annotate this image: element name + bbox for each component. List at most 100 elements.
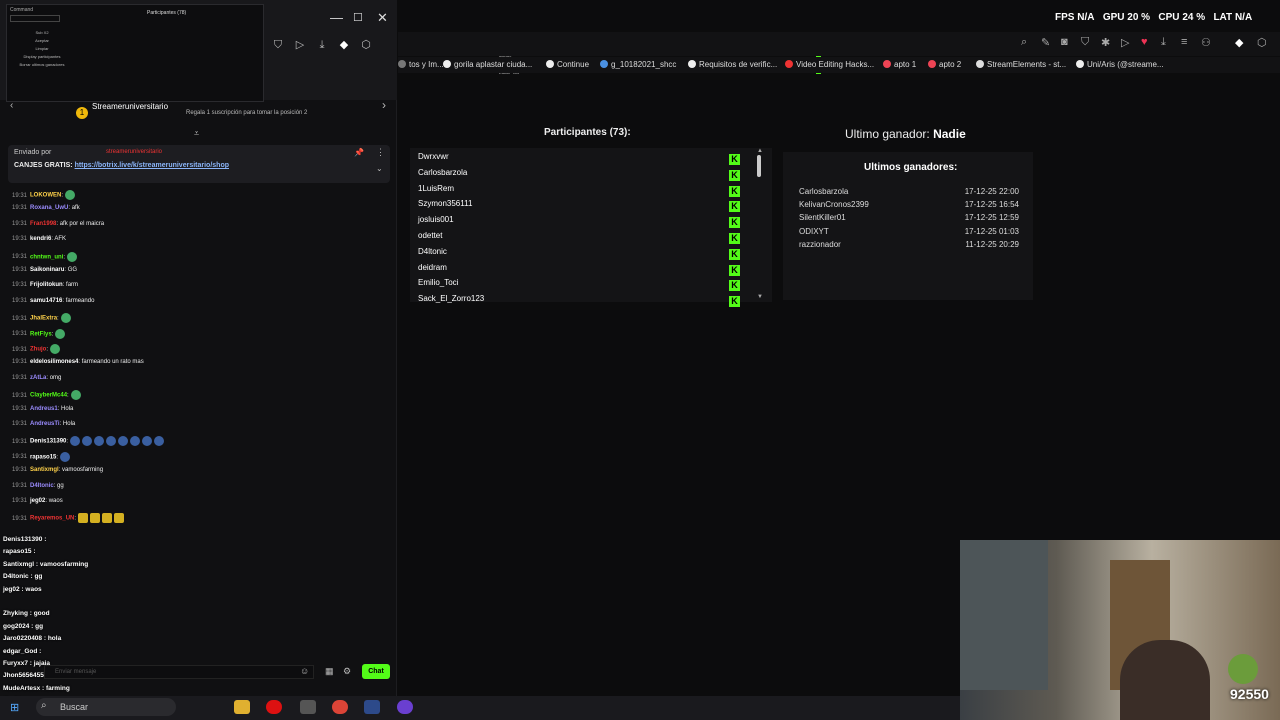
emoji-icon[interactable]: ☺ [300,666,309,676]
profile-icon[interactable]: ⚇ [1201,36,1211,49]
command-input[interactable] [10,15,60,22]
cube-icon[interactable]: ⬡ [360,39,372,51]
search-icon[interactable]: ⌕ [1021,36,1027,49]
download-icon[interactable]: ⤓ [1161,36,1166,49]
bookmark-item[interactable]: gorila aplastar ciuda... [443,60,532,69]
file-explorer-icon[interactable] [234,700,250,714]
chrome-icon[interactable] [332,700,348,714]
shield-icon[interactable]: ⛉ [272,39,284,51]
network-app-icon[interactable] [300,700,316,714]
calculator-icon[interactable] [364,700,380,714]
tool-side-button[interactable]: Aceptar [13,37,71,45]
message-username[interactable]: LOKOWEN [30,193,61,199]
scroll-down-icon[interactable]: ▼ [757,294,763,300]
tool-side-button[interactable]: Sub X2 [13,29,71,37]
shop-link[interactable]: https://botrix.live/k/streameruniversita… [75,162,229,169]
bookmark-item[interactable]: Continue [546,60,589,69]
settings-icon[interactable]: ⚙ [343,666,351,677]
overlay-message: rapaso15 : [3,548,36,555]
bookmark-item[interactable]: Uni/Aris (@streame... [1076,60,1164,69]
chat-message: 19:31 Fran1998: afk por el maicra [12,221,104,227]
overlay-username: gog2024 [3,622,30,630]
participant-row: 1LuisRem K [418,184,740,198]
chevron-down-icon[interactable]: ⌄ [376,164,383,173]
bookmark-item[interactable]: Video Editing Hacks... [785,60,874,69]
message-username[interactable]: AndreusTi [30,421,60,427]
emote-icon [102,513,113,524]
edit-icon[interactable]: ✎ [1041,36,1050,49]
chevron-right-icon[interactable]: › [382,98,386,112]
overlay-text: good [33,610,50,618]
message-time: 19:31 [12,515,28,522]
discord-icon[interactable] [397,700,413,714]
play-icon[interactable]: ▷ [294,39,306,51]
message-username[interactable]: zAtLa [30,375,46,381]
cube-icon[interactable]: ⬡ [1257,36,1267,49]
tool-side-button[interactable]: Display participantes [13,53,71,61]
message-username[interactable]: rapaso15 [30,454,56,460]
shield-icon[interactable]: ⛉ [1081,36,1089,49]
message-text: Hola [61,405,74,412]
message-username[interactable]: Andreus1 [30,406,58,412]
message-username[interactable]: ClayberMc44 [30,393,67,399]
message-username[interactable]: samu14716 [30,298,62,304]
diamond-icon[interactable]: ◆ [338,39,350,51]
chat-send-button[interactable]: Chat [362,664,390,679]
emote-icon [114,513,125,524]
participants-scrollbar[interactable] [757,155,761,177]
opera-icon[interactable] [266,700,282,714]
store-icon[interactable]: ▦ [325,666,334,677]
minimize-icon[interactable]: — [330,10,343,25]
message-username[interactable]: Santixmgl [30,467,59,473]
message-username[interactable]: eldelosilimones4 [30,359,78,365]
chat-message: 19:31 RetFlys: [12,328,66,339]
message-username[interactable]: JhalExtra [30,316,57,322]
message-username[interactable]: chntwn_uni [30,254,63,260]
message-username[interactable]: D4ltonic [30,483,54,489]
message-username[interactable]: Saikoninaru [30,267,64,273]
bookmark-item[interactable]: g_10182021_shcc [600,60,676,69]
collapse-icon[interactable]: ⩡ [194,128,199,139]
menu-icon[interactable]: ≡ [1181,36,1187,48]
overlay-text: waos [25,585,42,593]
winner-name: ODIXYT [799,226,829,236]
tool-side-button[interactable]: Limpiar [13,45,71,53]
windows-start-icon[interactable]: ⊞ [10,701,19,714]
chat-input[interactable]: Enviar mensaje [44,665,314,679]
bookmark-item[interactable]: tos y Im... [398,60,444,69]
message-username[interactable]: Frijolitokun [30,282,63,288]
overlay-username: edgar_God [3,647,38,655]
message-text: waos [48,498,63,504]
message-username[interactable]: Zhujo [30,347,46,353]
taskbar-search[interactable]: Buscar [36,698,176,716]
download-icon[interactable]: ⤓ [316,39,328,51]
scroll-up-icon[interactable]: ▲ [757,148,763,154]
bookmark-item[interactable]: apto 1 [883,60,916,69]
message-username[interactable]: kendri6 [30,236,51,242]
maximize-icon[interactable]: ☐ [353,11,363,24]
bookmark-item[interactable]: StreamElements - st... [976,60,1066,69]
message-username[interactable]: Reyaremos_UN [30,516,74,522]
pinned-author[interactable]: streameruniversitario [106,149,162,155]
close-icon[interactable]: ✕ [377,10,388,26]
message-username[interactable]: Fran1998 [30,221,56,227]
bookmark-item[interactable]: apto 2 [928,60,961,69]
message-username[interactable]: RetFlys [30,331,52,337]
extension-icon[interactable]: ✱ [1101,36,1110,49]
message-time: 19:31 [12,315,28,322]
message-username[interactable]: jeg02 [30,498,45,504]
message-username[interactable]: Roxana_UwU [30,205,68,211]
bookmark-item[interactable]: Requisitos de verific... [688,60,777,69]
message-username[interactable]: Denis131390 [30,439,66,445]
tool-side-button[interactable]: Borrar ultimos ganadores [13,61,71,69]
participant-name: Szymon356111 [418,199,473,209]
more-icon[interactable]: ⋮ [376,147,385,158]
emote-icon [55,328,66,339]
bookmark-label: Continue [557,60,590,69]
pin-icon[interactable]: 📌 [354,148,364,157]
heart-icon[interactable]: ♥ [1141,36,1148,48]
chevron-left-icon[interactable]: ‹ [10,100,13,111]
camera-icon[interactable]: ◙ [1061,36,1068,48]
diamond-icon[interactable]: ◆ [1235,36,1243,49]
play-icon[interactable]: ▷ [1121,36,1129,49]
